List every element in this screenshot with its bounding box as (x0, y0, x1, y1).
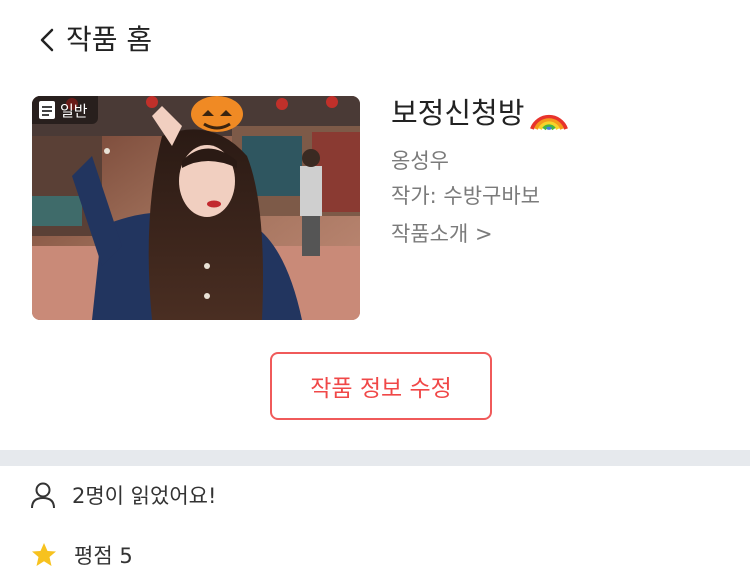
readers-stat: 2명이 읽었어요! (30, 480, 216, 510)
work-author: 옹성우 (391, 149, 449, 173)
document-icon (39, 101, 55, 119)
star-icon (32, 543, 56, 566)
section-divider (0, 450, 750, 466)
edit-work-info-button[interactable]: 작품 정보 수정 (270, 352, 492, 420)
rainbow-icon (530, 114, 569, 131)
back-button[interactable] (34, 26, 62, 54)
chevron-left-icon (40, 28, 54, 52)
user-icon (31, 482, 55, 509)
title-row: 보정신청방 (391, 92, 570, 134)
work-info: 보정신청방 옹성우 작가: 수방구바보 작품소개 > (391, 92, 570, 254)
work-writer: 작가: 수방구바보 (391, 184, 540, 208)
badge-label: 일반 (60, 101, 88, 120)
top-bar: 작품 홈 (0, 0, 750, 80)
cover-photo (32, 96, 360, 320)
page-title: 작품 홈 (66, 23, 153, 56)
cover-image: 일반 (32, 96, 360, 320)
rating-text: 평점 5 (74, 544, 133, 568)
rating-stat: 평점 5 (30, 540, 133, 570)
genre-badge: 일반 (32, 96, 98, 124)
work-title: 보정신청방 (391, 96, 525, 130)
readers-text: 2명이 읽었어요! (72, 484, 217, 508)
work-intro-link[interactable]: 작품소개 > (391, 214, 570, 254)
